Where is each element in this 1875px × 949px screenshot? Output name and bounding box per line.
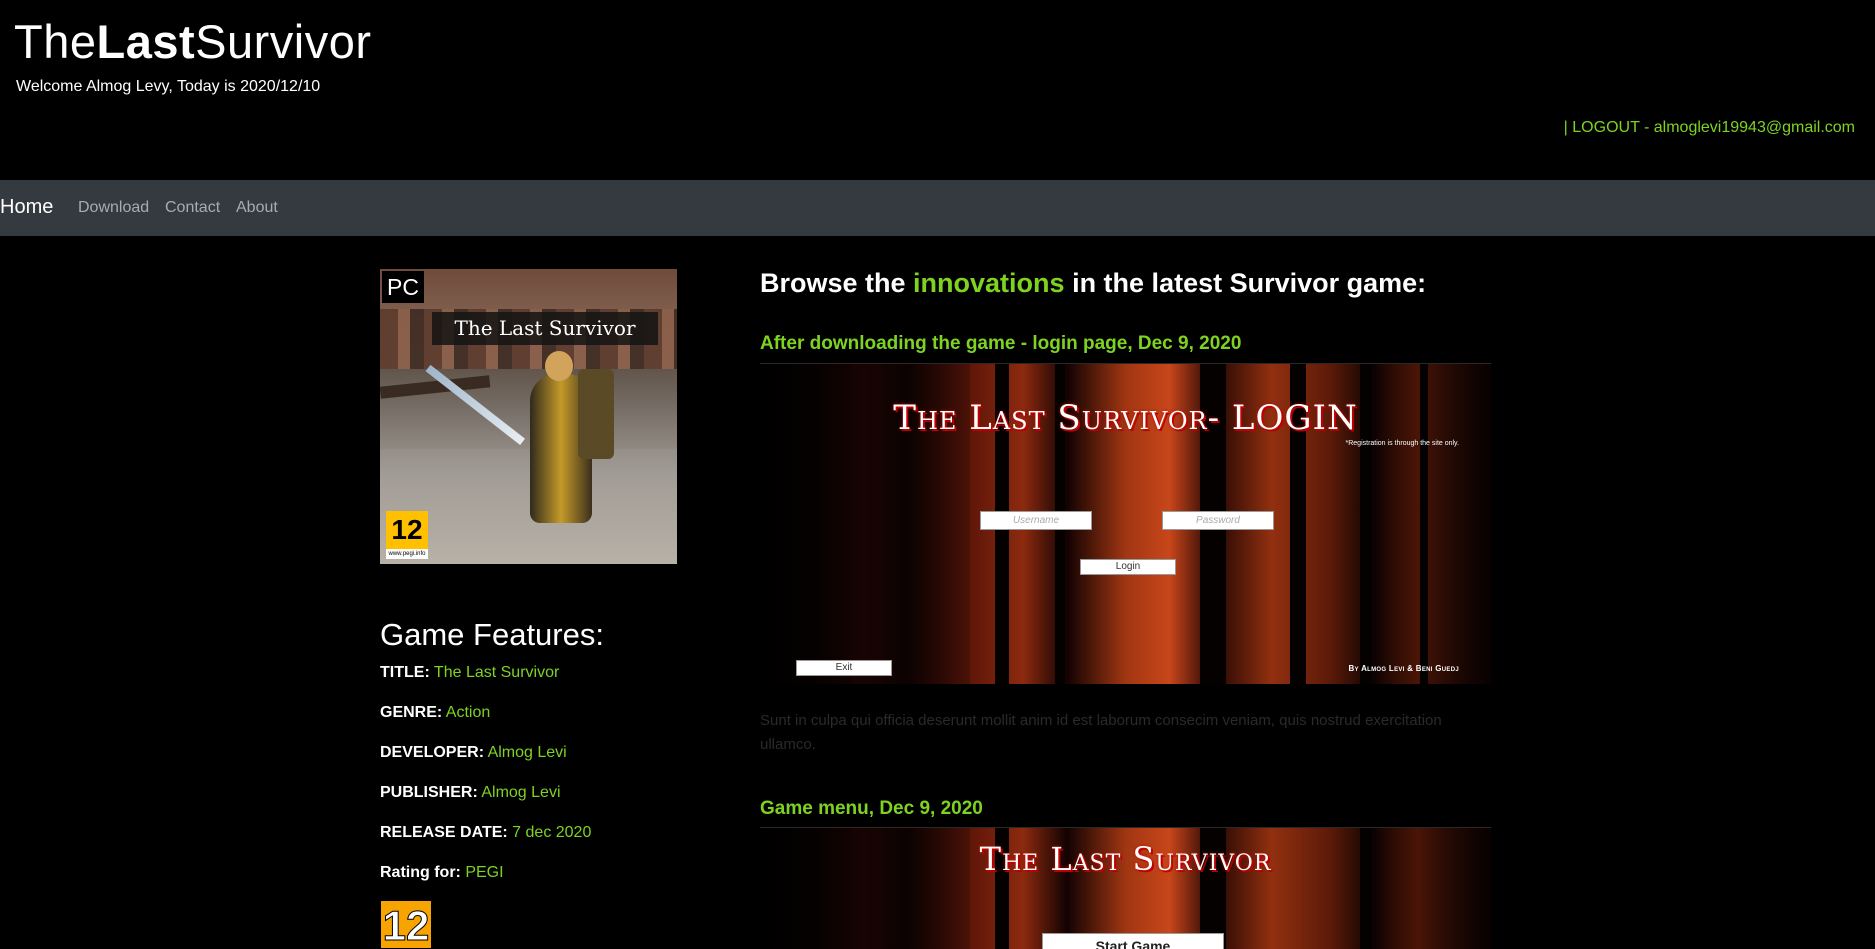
logo-prefix: The [14,15,97,68]
account-area: | LOGOUT - almoglevi19943@gmail.com [1564,119,1855,137]
menu-screenshot: The Last Survivor Start Game [760,827,1491,949]
feature-genre: GENRE: Action [380,704,490,722]
feature-value: PEGI [465,864,504,881]
feature-value: The Last Survivor [433,664,560,681]
main-navbar: Home Download Contact About [0,180,1875,236]
nav-about-link[interactable]: About [236,199,278,217]
logo-suffix: Survivor [195,15,372,68]
nav-home-link[interactable]: Home [0,196,53,219]
login-button: Login [1080,559,1176,575]
site-logo[interactable]: TheLastSurvivor [14,14,372,70]
section-title-menu: Game menu, Dec 9, 2020 [760,798,983,819]
feature-label: RELEASE DATE: [380,824,508,841]
welcome-message: Welcome Almog Levy, Today is 2020/12/10 [16,78,321,95]
nav-contact-link[interactable]: Contact [165,199,220,217]
nav-download-link[interactable]: Download [78,199,149,217]
start-game-button: Start Game [1042,933,1224,949]
game-cover-image: PC The Last Survivor 12 www.pegi.info [380,269,677,564]
title-highlight: innovations [913,268,1065,298]
feature-publisher: PUBLISHER: Almog Levi [380,784,561,802]
title-suffix: in the latest Survivor game: [1064,268,1427,298]
feature-label: DEVELOPER: [380,744,485,761]
title-prefix: Browse the [760,268,914,298]
pegi-12-icon: 12 [381,901,431,948]
platform-tag: PC [382,271,424,303]
features-heading: Game Features: [380,617,604,652]
registration-note: *Registration is through the site only. [1345,440,1460,447]
login-screenshot: The Last Survivor- LOGIN *Registration i… [760,363,1491,684]
warrior-head [545,351,573,381]
site-header: TheLastSurvivor Welcome Almog Levy, Toda… [0,0,1875,180]
feature-label: PUBLISHER: [380,784,478,801]
menu-screen-heading: The Last Survivor [979,840,1272,878]
feature-rating: Rating for: PEGI [380,864,504,882]
pegi-rating-number: 12 [391,514,423,545]
logo-bold: Last [96,15,196,68]
feature-label: GENRE: [380,704,443,721]
feature-release-date: RELEASE DATE: 7 dec 2020 [380,824,591,842]
feature-title: TITLE: The Last Survivor [380,664,559,682]
feature-value: Action [445,704,491,721]
pegi-rating-icon: 12 www.pegi.info [386,511,428,559]
pegi-badge-number: 12 [382,902,430,949]
password-field: Password [1162,511,1274,530]
section-title-login: After downloading the game - login page,… [760,333,1242,354]
pegi-site-label: www.pegi.info [386,549,428,559]
page-title: Browse the innovations in the latest Sur… [760,268,1426,299]
credits-text: By Almog Levi & Beni Guedj [1348,664,1459,673]
feature-value: Almog Levi [481,784,561,801]
logout-link[interactable]: | LOGOUT - almoglevi19943@gmail.com [1564,119,1855,136]
feature-value: Almog Levi [487,744,567,761]
screenshot-caption: Sunt in culpa qui officia deserunt molli… [760,712,1442,753]
username-field: Username [980,511,1092,530]
feature-developer: DEVELOPER: Almog Levi [380,744,567,762]
cover-title: The Last Survivor [432,312,658,345]
login-screen-heading: The Last Survivor- LOGIN [893,398,1358,438]
feature-value: 7 dec 2020 [512,824,592,841]
shield-graphic [578,369,614,459]
feature-label: Rating for: [380,864,461,881]
exit-button: Exit [796,660,892,676]
feature-label: TITLE: [380,664,430,681]
